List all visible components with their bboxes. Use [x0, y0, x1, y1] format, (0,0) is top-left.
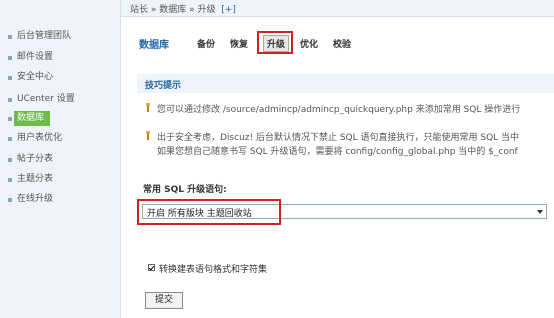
bullet-icon [8, 137, 12, 141]
breadcrumb-bar: 站长 » 数据库 » 升级 [+] [121, 0, 554, 17]
submit-button[interactable]: 提交 [145, 292, 183, 309]
tip-icon [145, 131, 151, 140]
sidebar-item-mail-settings[interactable]: 邮件设置 [8, 50, 118, 65]
bullet-icon [8, 117, 12, 121]
tab-backup[interactable]: 备份 [197, 37, 215, 50]
tip-line: 您可以通过修改 /source/admincp/admincp_quickque… [157, 105, 521, 115]
sidebar-item-security-center[interactable]: 安全中心 [8, 70, 118, 85]
bullet-icon [8, 98, 12, 102]
sidebar-item-thread-split[interactable]: 主题分表 [8, 172, 118, 187]
convert-charset-label: 转换建表语句格式和字符集 [159, 265, 268, 275]
tips-title: 技巧提示 [145, 81, 182, 91]
sidebar-item-label: 在线升级 [17, 194, 54, 204]
sidebar-item-label: 后台管理团队 [17, 31, 72, 41]
sidebar-item-post-split[interactable]: 帖子分表 [8, 152, 118, 167]
bullet-icon [8, 56, 12, 60]
sidebar-item-label: UCenter 设置 [17, 94, 75, 104]
bullet-icon [8, 178, 12, 182]
sidebar: 后台管理团队 邮件设置 安全中心 UCenter 设置 数据库 用户表优化 帖子… [0, 0, 121, 318]
sidebar-item-user-table-optimize[interactable]: 用户表优化 [8, 131, 118, 146]
tab-restore[interactable]: 恢复 [230, 37, 248, 50]
breadcrumb-separator: » [189, 5, 195, 15]
breadcrumb: 站长 » 数据库 » 升级 [+] [130, 2, 236, 15]
breadcrumb-current: 升级 [197, 5, 216, 15]
bullet-icon [8, 76, 12, 80]
breadcrumb-separator: » [150, 5, 157, 15]
sidebar-item-ucenter[interactable]: UCenter 设置 [8, 92, 118, 107]
bullet-icon [8, 198, 12, 202]
sidebar-item-label: 主题分表 [17, 174, 54, 184]
sidebar-item-label: 安全中心 [17, 72, 54, 82]
breadcrumb-database[interactable]: 数据库 [159, 5, 186, 15]
sql-select-label: 常用 SQL 升级语句: [143, 185, 227, 195]
sidebar-item-admin-team[interactable]: 后台管理团队 [8, 29, 118, 44]
tips-header: 技巧提示 [137, 74, 554, 93]
sidebar-item-online-upgrade[interactable]: 在线升级 [8, 192, 118, 207]
breadcrumb-site[interactable]: 站长 [130, 5, 148, 15]
chevron-down-icon[interactable] [537, 210, 543, 214]
tab-optimize[interactable]: 优化 [300, 37, 318, 50]
tip-icon [145, 103, 151, 112]
sidebar-item-label: 用户表优化 [17, 133, 63, 143]
highlight-box-select [137, 199, 281, 225]
page-title: 数据库 [139, 40, 169, 51]
convert-charset-checkbox[interactable] [148, 264, 155, 271]
bullet-icon [8, 158, 12, 162]
sidebar-item-label: 邮件设置 [17, 52, 54, 62]
highlight-box-upgrade-tab [257, 31, 293, 54]
sidebar-item-label: 帖子分表 [17, 154, 54, 164]
sidebar-item-database[interactable]: 数据库 [8, 111, 118, 126]
bullet-icon [8, 35, 12, 39]
tab-check[interactable]: 校验 [333, 37, 351, 50]
add-shortcut-link[interactable]: [+] [221, 5, 236, 15]
tip-line: 如果您想自己随意书写 SQL 升级语句，需要将 config/config_gl… [157, 147, 518, 157]
tabs-row: 数据库 备份 恢复 升级 优化 校验 [121, 17, 554, 67]
sidebar-item-label: 数据库 [14, 111, 51, 126]
tip-line: 出于安全考虑，Discuz! 后台默认情况下禁止 SQL 语句直接执行，只能使用… [157, 133, 520, 143]
